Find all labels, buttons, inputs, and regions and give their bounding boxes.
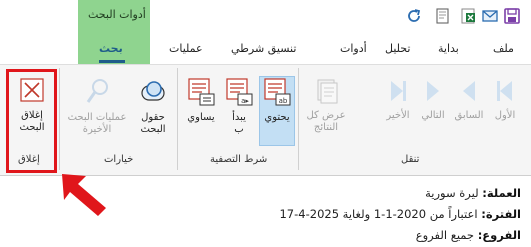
quick-access-toolbar: أدوات البحث	[0, 0, 531, 34]
recent-searches-button[interactable]: عمليات البحث الأخيرة	[64, 76, 130, 136]
period-value: اعتباراً من 2020-1-1 ولغاية 2025-4-17	[279, 207, 478, 221]
email-icon[interactable]	[481, 7, 499, 25]
last-button[interactable]: الأخير	[380, 76, 416, 122]
branches-line: الفروع: جميع الفروع	[416, 228, 521, 242]
previous-button[interactable]: السابق	[451, 76, 487, 122]
next-label: التالي	[421, 110, 445, 121]
pointer-arrow-icon	[62, 174, 106, 216]
show-all-results-label: عرض كل النتائج	[306, 110, 346, 133]
context-group-label: أدوات البحث	[88, 8, 146, 21]
options-group-label: خيارات	[104, 154, 134, 165]
previous-icon	[463, 81, 475, 101]
excel-export-icon[interactable]	[459, 7, 477, 25]
branches-value: جميع الفروع	[415, 228, 475, 242]
svg-text:ab: ab	[279, 97, 288, 105]
first-label: الأول	[494, 110, 516, 121]
next-button[interactable]: التالي	[415, 76, 451, 122]
currency-label: العملة:	[482, 186, 521, 200]
search-fields-label: حقول البحث	[140, 112, 166, 135]
contains-button[interactable]: ab يحتوي	[258, 76, 296, 124]
all-results-icon	[317, 79, 338, 104]
svg-text:▸a: ▸a	[241, 97, 249, 105]
active-tab-indicator	[99, 60, 125, 63]
tab-home[interactable]: بداية	[438, 42, 459, 55]
print-preview-icon[interactable]	[434, 7, 452, 25]
branches-label: الفروع:	[477, 228, 521, 242]
next-icon	[427, 81, 439, 101]
recent-searches-icon	[86, 79, 108, 103]
contains-filter-icon: ab	[264, 78, 291, 106]
highlight-box	[6, 69, 57, 173]
tab-conditional-formatting[interactable]: تنسيق شرطي	[231, 42, 296, 55]
tab-analysis[interactable]: تحليل	[385, 42, 410, 55]
starts-with-label: يبدأ ب	[232, 112, 246, 135]
group-separator	[59, 68, 60, 170]
search-fields-icon	[141, 81, 165, 101]
recent-searches-label: عمليات البحث الأخيرة	[67, 112, 127, 135]
starts-with-button[interactable]: ▸a يبدأ ب	[220, 76, 258, 136]
filter-group-label: شرط التصفية	[210, 154, 268, 165]
navigation-group-label: تنقل	[401, 154, 420, 165]
tab-operations[interactable]: عمليات	[169, 42, 203, 55]
starts-with-filter-icon: ▸a	[226, 78, 253, 106]
period-label: الفترة:	[481, 207, 521, 221]
show-all-results-button[interactable]: عرض كل النتائج	[303, 76, 349, 134]
contains-label: يحتوي	[264, 112, 290, 123]
currency-line: العملة: ليرة سورية	[425, 186, 521, 200]
currency-value: ليرة سورية	[425, 186, 479, 200]
search-fields-button[interactable]: حقول البحث	[131, 76, 175, 136]
period-line: الفترة: اعتباراً من 2020-1-1 ولغاية 2025…	[279, 207, 521, 221]
save-icon[interactable]	[503, 7, 521, 25]
previous-label: السابق	[454, 110, 484, 121]
equals-button[interactable]: يساوي	[182, 76, 220, 124]
first-button[interactable]: الأول	[486, 76, 524, 122]
first-icon	[497, 81, 512, 101]
group-separator	[177, 68, 178, 170]
refresh-icon[interactable]	[405, 7, 423, 25]
group-separator	[298, 68, 299, 170]
tab-file[interactable]: ملف	[493, 42, 514, 55]
last-icon	[391, 81, 406, 101]
last-label: الأخير	[386, 110, 410, 121]
equals-label: يساوي	[187, 112, 215, 123]
tab-tools[interactable]: أدوات	[340, 42, 367, 55]
tab-search[interactable]: بحث	[99, 42, 123, 55]
equals-filter-icon	[188, 78, 215, 106]
